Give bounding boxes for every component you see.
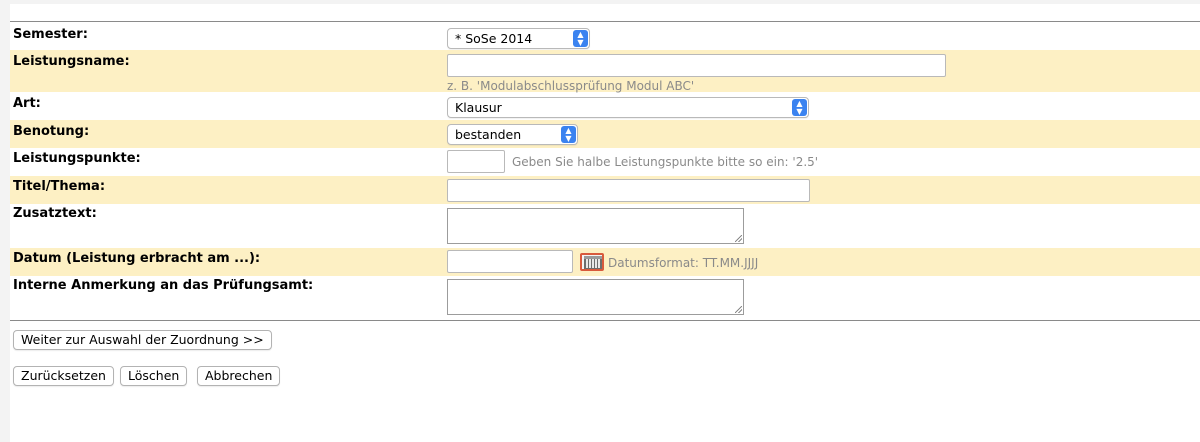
delete-button[interactable]: Löschen [120, 366, 188, 386]
calendar-icon[interactable] [580, 253, 604, 271]
row-zusatztext: Zusatztext: [10, 204, 1200, 248]
semester-select-value: * SoSe 2014 [455, 31, 533, 46]
art-label: Art: [13, 96, 41, 111]
art-select[interactable]: Klausur ▲ ▼ [447, 97, 809, 118]
zusatztext-textarea[interactable] [447, 208, 744, 244]
row-benotung: Benotung: bestanden ▲ ▼ [10, 120, 1200, 148]
datum-input[interactable] [447, 250, 573, 273]
row-semester: Semester: * SoSe 2014 ▲ ▼ [10, 22, 1200, 50]
resize-handle-icon[interactable] [735, 235, 742, 242]
leistungsname-input[interactable] [447, 54, 946, 77]
titel-label: Titel/Thema: [13, 179, 106, 194]
row-art: Art: Klausur ▲ ▼ [10, 92, 1200, 120]
benotung-label: Benotung: [13, 124, 90, 139]
leistungspunkte-label: Leistungspunkte: [13, 151, 141, 166]
leistungspunkte-input[interactable] [447, 150, 505, 173]
benotung-select-value: bestanden [455, 127, 522, 142]
row-titel: Titel/Thema: [10, 176, 1200, 204]
leistungspunkte-hint: Geben Sie halbe Leistungspunkte bitte so… [512, 155, 819, 169]
row-leistungsname: Leistungsname: z. B. 'Modulabschlussprüf… [10, 50, 1200, 93]
row-anmerkung: Interne Anmerkung an das Prüfungsamt: [10, 276, 1200, 320]
anmerkung-label: Interne Anmerkung an das Prüfungsamt: [13, 278, 314, 293]
anmerkung-textarea[interactable] [447, 279, 744, 315]
bottom-divider [10, 320, 1200, 321]
row-datum: Datum (Leistung erbracht am ...): Datums… [10, 248, 1200, 276]
chevron-updown-icon: ▲ ▼ [561, 126, 576, 143]
row-leistungspunkte: Leistungspunkte: Geben Sie halbe Leistun… [10, 148, 1200, 176]
leistungsname-label: Leistungsname: [13, 54, 130, 69]
cancel-button[interactable]: Abbrechen [197, 366, 281, 386]
leistungsname-hint: z. B. 'Modulabschlussprüfung Modul ABC' [447, 79, 695, 93]
semester-label: Semester: [13, 27, 88, 42]
chevron-updown-icon: ▲ ▼ [792, 99, 807, 116]
benotung-select[interactable]: bestanden ▲ ▼ [447, 124, 578, 145]
reset-button[interactable]: Zurücksetzen [13, 366, 114, 386]
art-select-value: Klausur [455, 100, 502, 115]
next-assignment-button[interactable]: Weiter zur Auswahl der Zuordnung >> [13, 330, 272, 350]
resize-handle-icon[interactable] [735, 306, 742, 313]
zusatztext-label: Zusatztext: [13, 206, 97, 221]
datum-hint: Datumsformat: TT.MM.JJJJ [608, 256, 759, 270]
semester-select[interactable]: * SoSe 2014 ▲ ▼ [447, 28, 590, 49]
top-band [10, 0, 1200, 4]
left-margin [0, 0, 10, 442]
titel-input[interactable] [447, 179, 810, 202]
datum-label: Datum (Leistung erbracht am ...): [13, 251, 261, 266]
chevron-updown-icon: ▲ ▼ [573, 30, 588, 47]
